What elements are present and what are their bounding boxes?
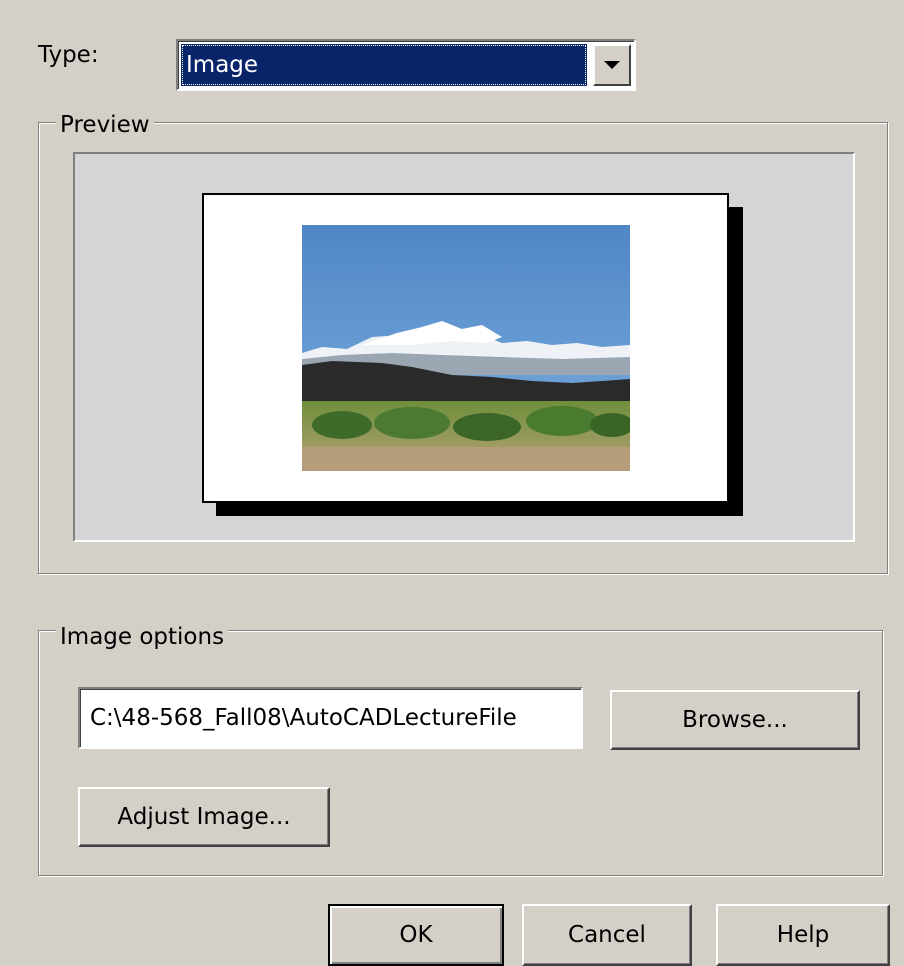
cancel-button[interactable]: Cancel: [522, 904, 692, 966]
help-button[interactable]: Help: [716, 904, 890, 966]
image-options-group-title: Image options: [56, 624, 229, 650]
type-label: Type:: [38, 42, 99, 68]
preview-image: [302, 225, 630, 471]
image-path-input[interactable]: C:\48-568_Fall08\AutoCADLectureFile: [78, 687, 583, 749]
chevron-down-icon: [604, 61, 620, 69]
adjust-image-button[interactable]: Adjust Image...: [78, 787, 330, 847]
ok-button[interactable]: OK: [328, 904, 504, 966]
dropdown-arrow-button[interactable]: [593, 44, 631, 86]
browse-button[interactable]: Browse...: [610, 690, 860, 750]
type-dropdown-value: Image: [181, 44, 587, 86]
preview-group-title: Preview: [56, 112, 154, 138]
type-dropdown[interactable]: Image: [176, 39, 636, 91]
